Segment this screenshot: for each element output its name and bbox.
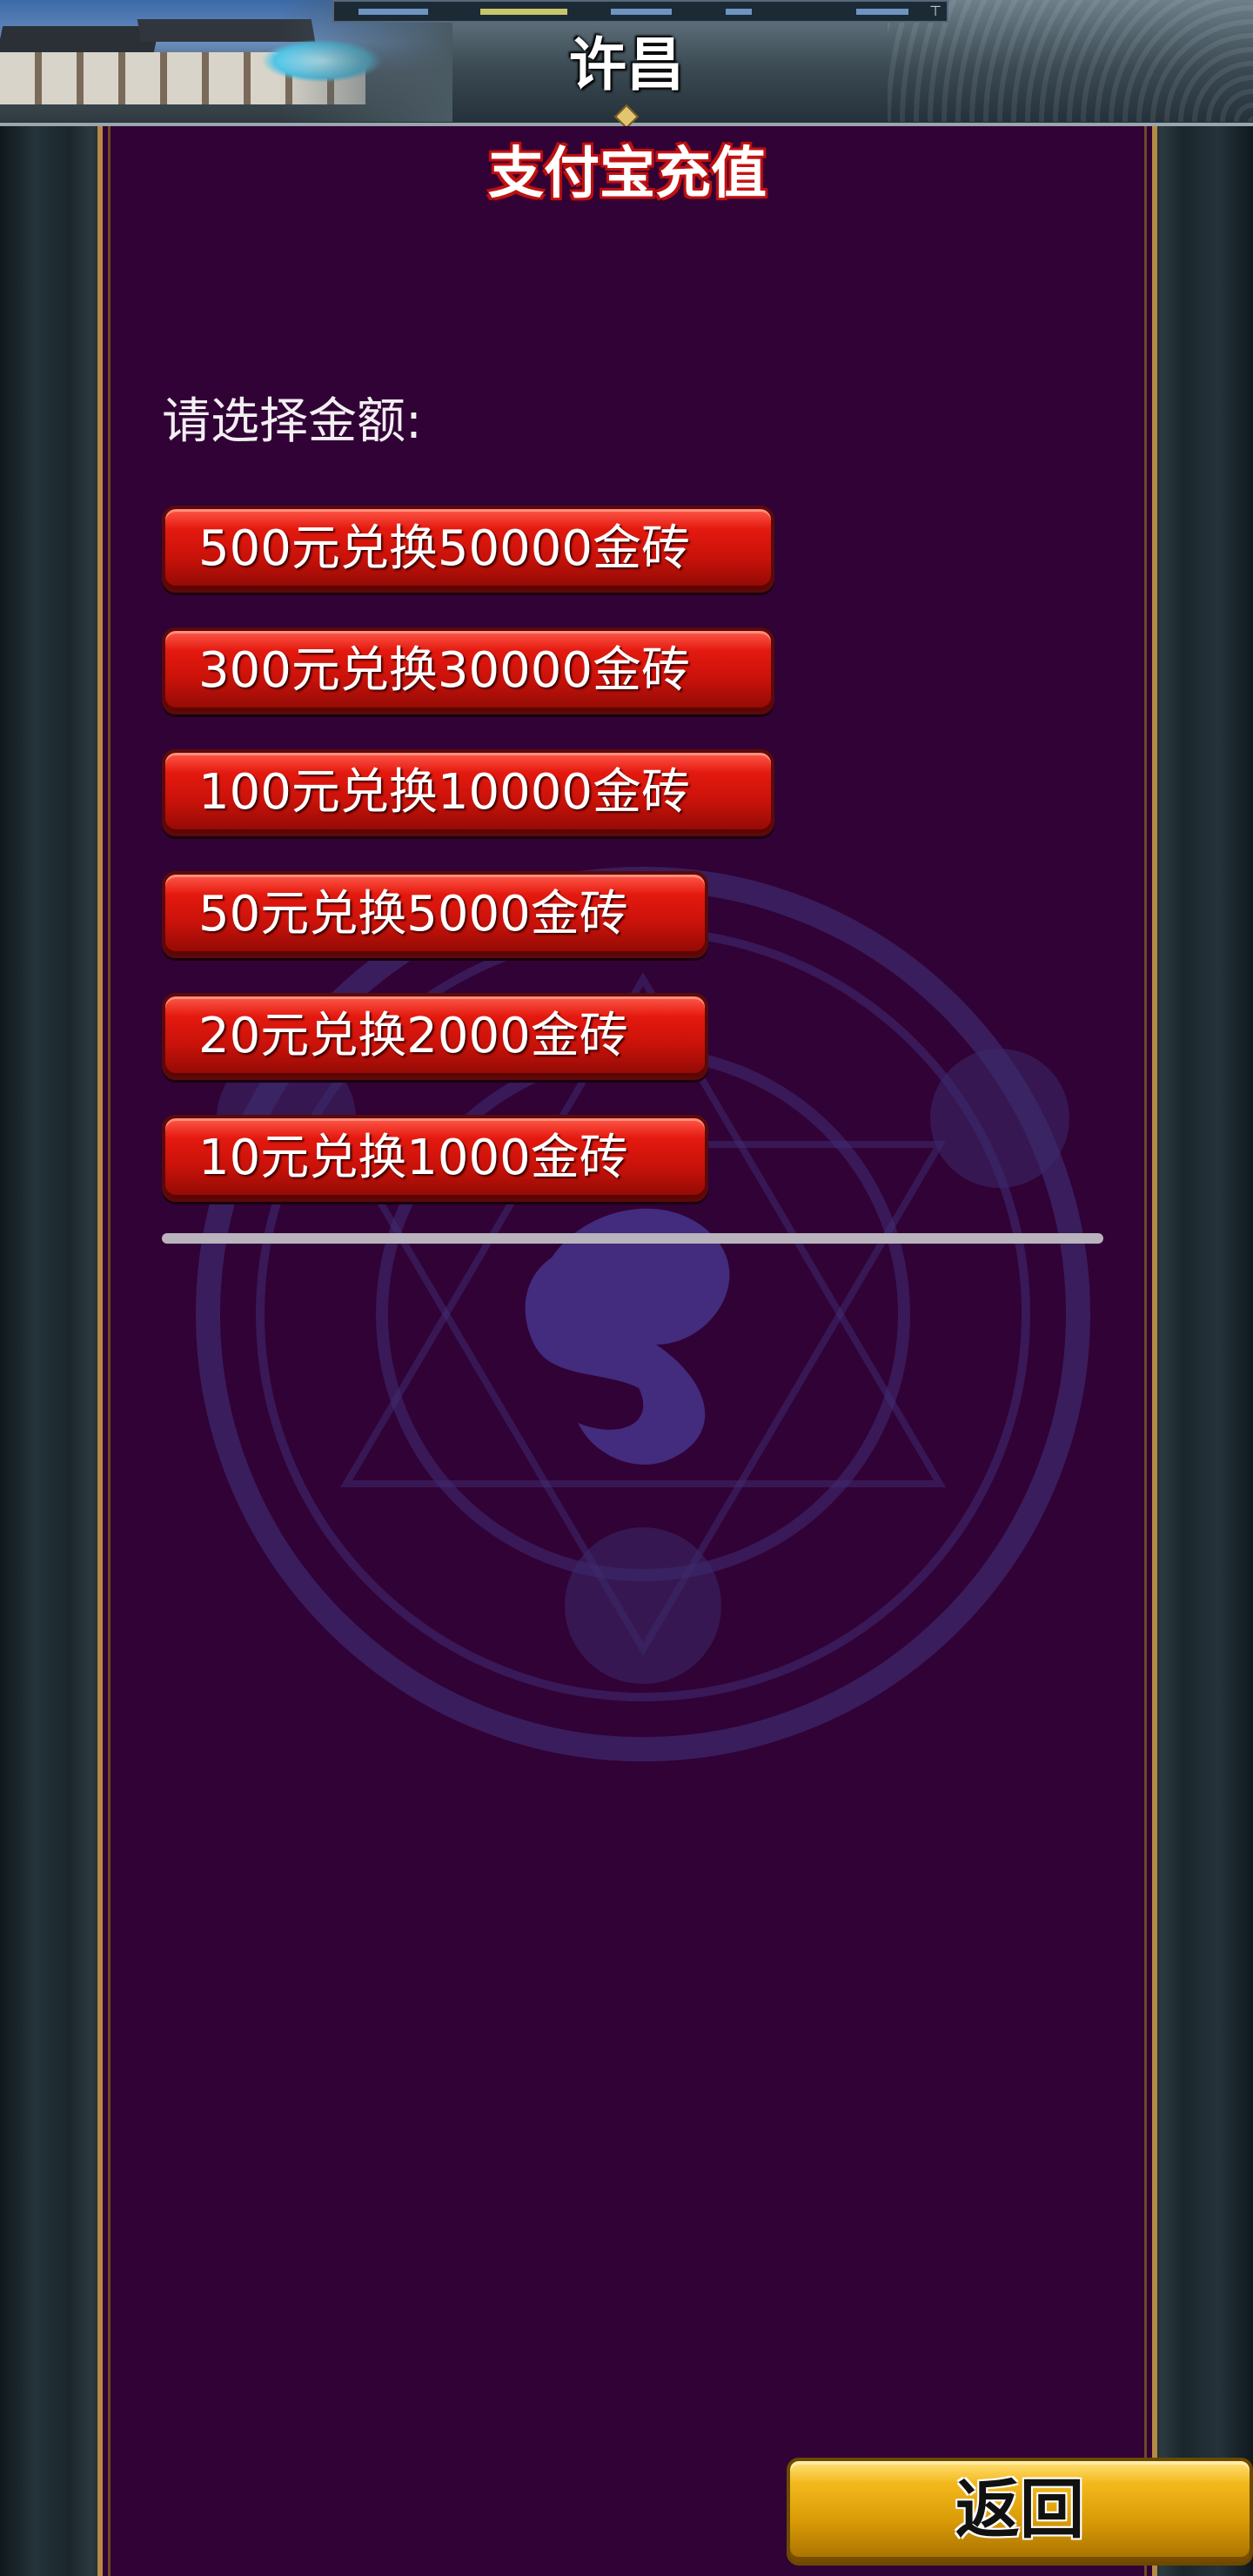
map-status-strip[interactable]: ⊤	[332, 0, 948, 23]
amount-option-100[interactable]: 100元兑换10000金砖	[162, 749, 774, 836]
page-title: 支付宝充值	[488, 142, 767, 206]
top-header: ⊤ 许昌	[0, 0, 1253, 130]
amount-prompt-label: 请选择金额:	[162, 393, 422, 450]
status-segment	[611, 9, 672, 15]
status-segment	[726, 9, 752, 15]
amount-option-500[interactable]: 500元兑换50000金砖	[162, 506, 774, 593]
status-segment	[480, 9, 567, 15]
amount-option-50[interactable]: 50元兑换5000金砖	[162, 871, 708, 958]
city-title: 许昌	[569, 31, 684, 98]
game-screen: ⊤ 许昌 支付宝充值 请选择金额: 500元兑换50000金砖 300元兑换30…	[0, 0, 1253, 2576]
amount-option-10[interactable]: 10元兑换1000金砖	[162, 1115, 708, 1202]
status-segment	[856, 9, 908, 15]
recharge-panel: 支付宝充值 请选择金额: 500元兑换50000金砖 300元兑换30000金砖…	[97, 126, 1157, 2576]
diamond-ornament-icon	[613, 104, 640, 130]
amount-option-20[interactable]: 20元兑换2000金砖	[162, 993, 708, 1080]
pin-icon[interactable]: ⊤	[929, 3, 941, 19]
status-segment	[358, 9, 428, 15]
back-button[interactable]: 返回	[787, 2458, 1253, 2566]
amount-option-300[interactable]: 300元兑换30000金砖	[162, 627, 774, 714]
section-divider	[162, 1233, 1103, 1244]
